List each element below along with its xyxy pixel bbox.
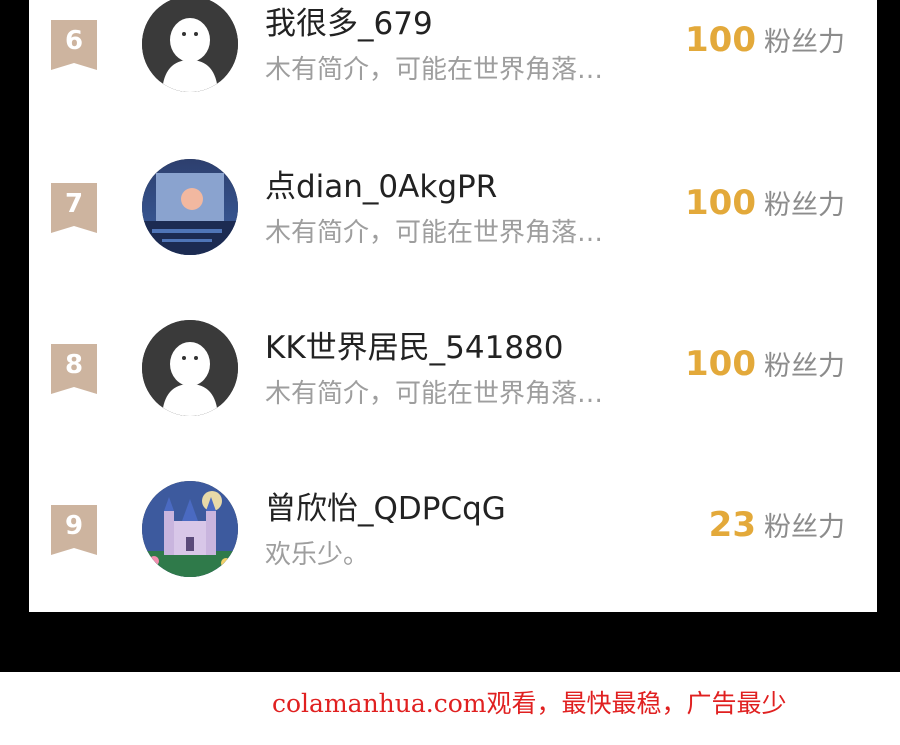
avatar[interactable] (142, 159, 238, 255)
user-bio: 木有简介，可能在世界角落… (265, 55, 604, 85)
username[interactable]: 我很多_679 (265, 0, 433, 43)
username[interactable]: KK世界居民_541880 (265, 322, 564, 367)
user-bio: 欢乐少。 (265, 540, 370, 570)
avatar[interactable] (142, 0, 238, 92)
fan-power-label: 粉丝力 (764, 351, 845, 382)
user-bio: 木有简介，可能在世界角落… (265, 379, 604, 409)
fan-row[interactable]: 7 点dian_0AkgPR 木有简介，可能在世界角落… 100 粉丝力 (29, 157, 877, 257)
avatar[interactable] (142, 320, 238, 416)
fan-power-count: 100 (685, 20, 756, 60)
fan-power-label: 粉丝力 (764, 27, 845, 58)
fan-power: 100 粉丝力 (685, 20, 845, 60)
avatar[interactable] (142, 481, 238, 577)
username[interactable]: 曾欣怡_QDPCqG (265, 483, 506, 528)
fan-power: 100 粉丝力 (685, 344, 845, 384)
fan-power-label: 粉丝力 (764, 512, 845, 543)
username[interactable]: 点dian_0AkgPR (265, 161, 497, 206)
castle-avatar-icon (142, 481, 238, 577)
rank-badge: 7 (51, 183, 97, 233)
fan-row[interactable]: 8 KK世界居民_541880 木有简介，可能在世界角落… 100 粉丝力 (29, 318, 877, 418)
fan-power-label: 粉丝力 (764, 190, 845, 221)
fan-power-count: 100 (685, 183, 756, 223)
fan-row[interactable]: 9 曾欣怡_QDPCqG 欢乐少。 23 粉丝力 (29, 479, 877, 579)
fan-power: 23 粉丝力 (709, 505, 845, 545)
rank-badge: 9 (51, 505, 97, 555)
fan-power-count: 100 (685, 344, 756, 384)
user-bio: 木有简介，可能在世界角落… (265, 218, 604, 248)
fan-ranking-list: 6 我很多_679 木有简介，可能在世界角落… 100 粉丝力 7 点dian_… (29, 0, 877, 612)
fan-power: 100 粉丝力 (685, 183, 845, 223)
default-person-avatar-icon (142, 0, 238, 92)
rank-badge: 6 (51, 20, 97, 70)
default-person-avatar-icon (142, 320, 238, 416)
fan-power-count: 23 (708, 505, 756, 545)
moon-scene-avatar-icon (142, 159, 238, 255)
rank-badge: 8 (51, 344, 97, 394)
watermark-text: colamanhua.com观看，最快最稳，广告最少 (272, 689, 787, 718)
fan-row[interactable]: 6 我很多_679 木有简介，可能在世界角落… 100 粉丝力 (29, 0, 877, 94)
